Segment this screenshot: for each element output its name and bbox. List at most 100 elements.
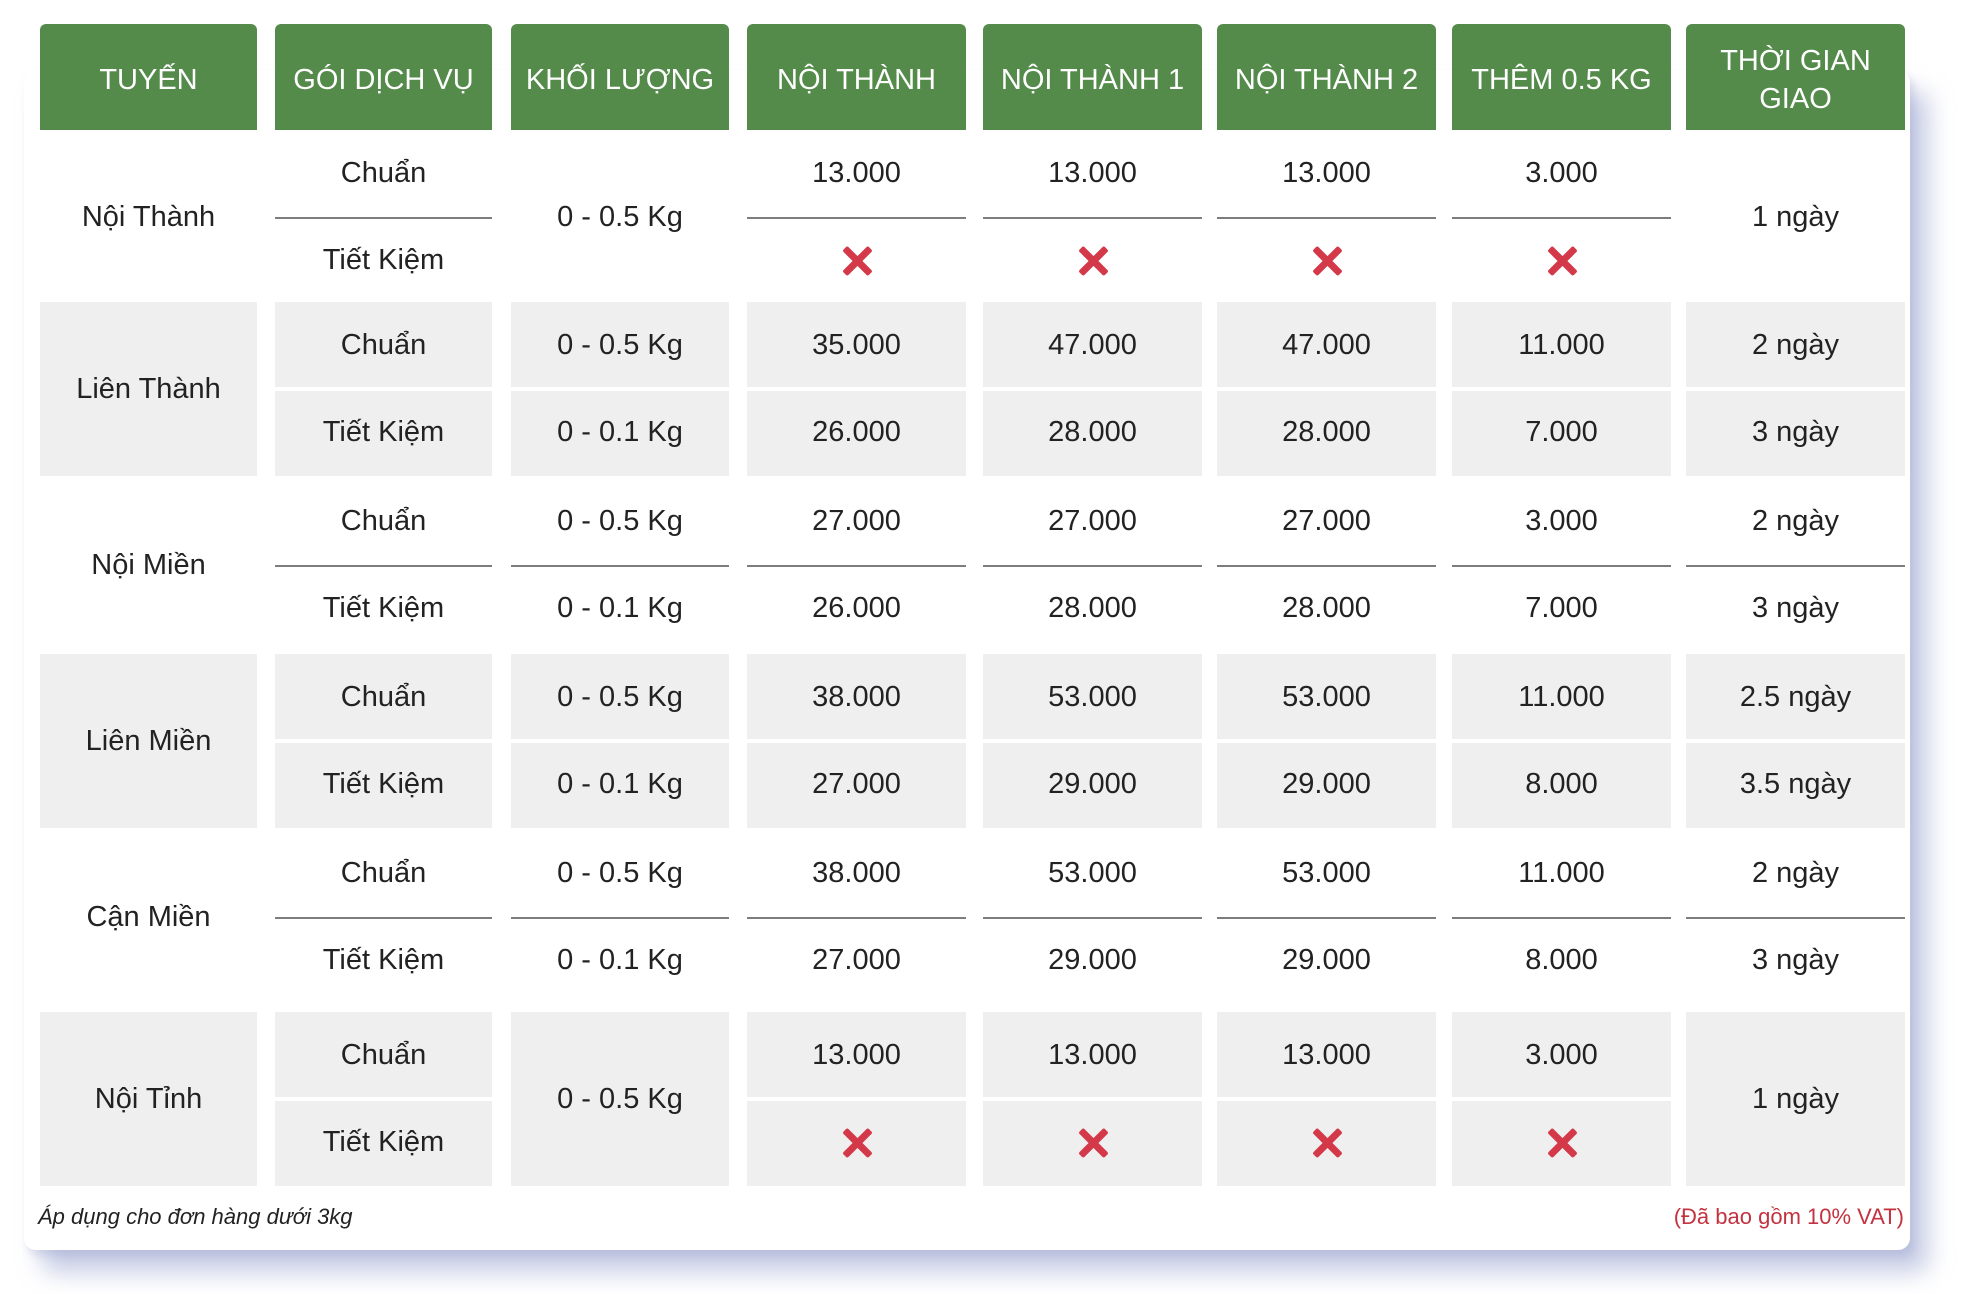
service-cell: Chuẩn — [340, 157, 427, 189]
price-cell: 8.000 — [1525, 768, 1598, 800]
price-unavailable-cell — [1217, 1099, 1436, 1186]
price-cell: 13.000 — [812, 157, 901, 189]
service-cell: Tiết Kiệm — [322, 944, 445, 976]
route-name: Liên Thành — [76, 372, 221, 405]
price-cell: 53.000 — [1282, 681, 1371, 713]
route-name: Cận Miền — [86, 900, 211, 933]
price-unavailable-cell — [983, 217, 1202, 304]
price-cell: 53.000 — [1048, 857, 1137, 889]
price-cell: 38.000 — [812, 681, 901, 713]
header-route: TUYẾN — [40, 24, 257, 130]
header-weight: KHỐI LƯỢNG — [511, 24, 729, 130]
x-mark-icon — [1312, 1128, 1342, 1158]
x-mark-icon — [842, 1128, 872, 1158]
route-name: Liên Miền — [85, 724, 212, 757]
price-cell: 11.000 — [1518, 857, 1605, 889]
price-cell: 29.000 — [1282, 768, 1371, 800]
header-extra-half-kg: THÊM 0.5 KG — [1452, 24, 1671, 130]
delivery-time-cell: 3 ngày — [1751, 416, 1840, 448]
weight-cell: 0 - 0.5 Kg — [557, 200, 683, 233]
x-mark-icon — [1547, 1128, 1577, 1158]
delivery-time-cell: 3 ngày — [1751, 944, 1840, 976]
footnote: Áp dụng cho đơn hàng dưới 3kg — [38, 1204, 353, 1229]
weight-cell: 0 - 0.5 Kg — [557, 329, 683, 361]
service-cell: Tiết Kiệm — [322, 768, 445, 800]
service-cell: Tiết Kiệm — [322, 416, 445, 448]
price-cell: 27.000 — [1048, 505, 1137, 537]
price-cell: 27.000 — [1282, 505, 1371, 537]
price-cell: 3.000 — [1525, 505, 1598, 537]
header-service: GÓI DỊCH VỤ — [275, 24, 492, 130]
price-cell: 13.000 — [812, 1039, 901, 1071]
weight-cell: 0 - 0.1 Kg — [557, 592, 683, 624]
x-mark-icon — [1547, 246, 1577, 276]
weight-cell: 0 - 0.5 Kg — [557, 1082, 683, 1115]
service-cell: Tiết Kiệm — [322, 244, 445, 276]
service-cell: Tiết Kiệm — [322, 1126, 445, 1158]
route-name: Nội Thành — [81, 200, 216, 233]
price-cell: 53.000 — [1048, 681, 1137, 713]
route-name: Nội Miền — [91, 548, 206, 581]
delivery-time-cell: 2.5 ngày — [1739, 681, 1852, 713]
service-cell: Chuẩn — [340, 505, 427, 537]
price-cell: 13.000 — [1282, 157, 1371, 189]
price-cell: 8.000 — [1525, 944, 1598, 976]
price-cell: 47.000 — [1048, 329, 1137, 361]
service-cell: Chuẩn — [340, 857, 427, 889]
service-cell: Chuẩn — [340, 329, 427, 361]
price-cell: 7.000 — [1525, 592, 1598, 624]
price-cell: 13.000 — [1048, 1039, 1137, 1071]
price-cell: 29.000 — [1048, 768, 1137, 800]
price-cell: 3.000 — [1525, 157, 1598, 189]
price-cell: 13.000 — [1048, 157, 1137, 189]
weight-cell: 0 - 0.5 Kg — [557, 857, 683, 889]
price-cell: 29.000 — [1048, 944, 1137, 976]
price-cell: 3.000 — [1525, 1039, 1598, 1071]
weight-cell: 0 - 0.5 Kg — [557, 505, 683, 537]
delivery-time-cell: 2 ngày — [1751, 505, 1840, 537]
x-mark-icon — [1078, 1128, 1108, 1158]
price-cell: 28.000 — [1282, 592, 1371, 624]
service-cell: Chuẩn — [340, 681, 427, 713]
price-unavailable-cell — [1452, 217, 1671, 304]
price-cell: 11.000 — [1518, 329, 1605, 361]
price-cell: 27.000 — [812, 768, 901, 800]
x-mark-icon — [842, 246, 872, 276]
price-unavailable-cell — [747, 1099, 966, 1186]
delivery-time-cell: 1 ngày — [1751, 1082, 1840, 1115]
price-cell: 53.000 — [1282, 857, 1371, 889]
price-cell: 28.000 — [1048, 592, 1137, 624]
weight-cell: 0 - 0.1 Kg — [557, 944, 683, 976]
header-delivery-time: THỜI GIAN GIAO — [1686, 24, 1905, 130]
price-cell: 11.000 — [1518, 681, 1605, 713]
price-cell: 28.000 — [1282, 416, 1371, 448]
delivery-time-cell: 2 ngày — [1751, 329, 1840, 361]
price-cell: 47.000 — [1282, 329, 1371, 361]
delivery-time-cell: 2 ngày — [1751, 857, 1840, 889]
delivery-time-cell: 3 ngày — [1751, 592, 1840, 624]
price-cell: 38.000 — [812, 857, 901, 889]
price-cell: 29.000 — [1282, 944, 1371, 976]
price-unavailable-cell — [983, 1099, 1202, 1186]
weight-cell: 0 - 0.1 Kg — [557, 768, 683, 800]
price-unavailable-cell — [1452, 1099, 1671, 1186]
price-cell: 28.000 — [1048, 416, 1137, 448]
price-unavailable-cell — [747, 217, 966, 304]
header-noi-thanh: NỘI THÀNH — [747, 24, 966, 130]
service-cell: Tiết Kiệm — [322, 592, 445, 624]
price-cell: 27.000 — [812, 505, 901, 537]
header-noi-thanh-2: NỘI THÀNH 2 — [1217, 24, 1436, 130]
price-cell: 26.000 — [812, 416, 901, 448]
price-cell: 26.000 — [812, 592, 901, 624]
delivery-time-cell: 3.5 ngày — [1739, 768, 1852, 800]
x-mark-icon — [1078, 246, 1108, 276]
price-cell: 7.000 — [1525, 416, 1598, 448]
weight-cell: 0 - 0.1 Kg — [557, 416, 683, 448]
header-noi-thanh-1: NỘI THÀNH 1 — [983, 24, 1202, 130]
weight-cell: 0 - 0.5 Kg — [557, 681, 683, 713]
price-cell: 35.000 — [812, 329, 901, 361]
vat-note: (Đã bao gồm 10% VAT) — [1673, 1204, 1904, 1229]
price-cell: 13.000 — [1282, 1039, 1371, 1071]
price-unavailable-cell — [1217, 217, 1436, 304]
price-cell: 27.000 — [812, 944, 901, 976]
